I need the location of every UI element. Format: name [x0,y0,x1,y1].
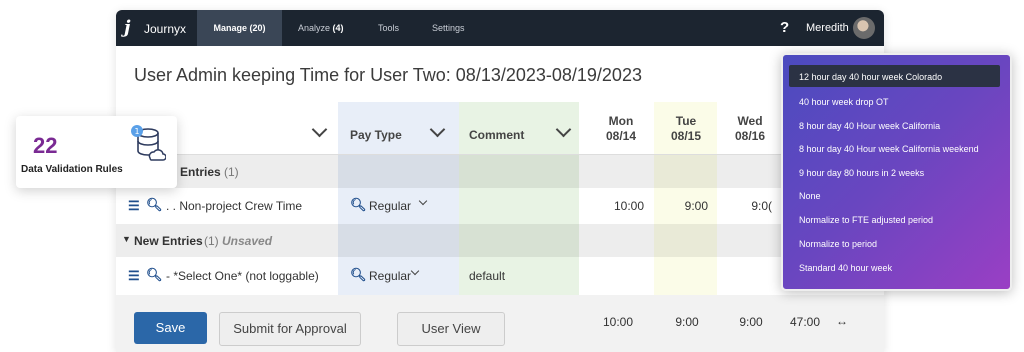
dropdown-option[interactable]: 8 hour day 40 Hour week California [799,121,940,131]
avatar[interactable] [853,17,875,39]
total-wed: 9:00 [739,315,763,329]
nav-manage[interactable]: Manage (20) [197,10,282,46]
pay-type-header[interactable]: Pay Type [350,128,402,142]
hours-wed[interactable]: 9:0( [730,199,772,213]
expand-arrow-icon[interactable]: ↔ [832,314,848,328]
table-row: ☰ 🔍︎ . . Non-project Crew Time 🔍︎ Regula… [116,188,884,224]
user-name[interactable]: Meredith [806,22,849,34]
table-row: ☰ 🔍︎ - *Select One* (not loggable) 🔍︎ Re… [116,257,884,295]
hours-tue[interactable]: 9:00 [666,199,708,213]
day-header-mon: Mon 08/14 [605,114,637,143]
list-icon[interactable]: ☰ [128,198,140,214]
chevron-down-icon[interactable] [429,121,446,138]
page-title: User Admin keeping Time for User Two: 08… [134,65,642,85]
section-label: New Entries [134,234,203,248]
unsaved-status: Unsaved [222,234,273,248]
project-name[interactable]: - *Select One* (not loggable) [166,269,319,283]
save-button[interactable]: Save [134,312,207,344]
total-mon: 10:00 [602,315,634,329]
pay-type-select[interactable]: Regular [369,269,411,283]
section-count: (1) [224,165,239,179]
grid-footer: Save Submit for Approval User View 10:00… [116,295,884,352]
search-icon[interactable]: 🔍︎ [350,267,367,283]
dropdown-option[interactable]: 40 hour week drop OT [799,97,889,107]
dropdown-option[interactable]: 9 hour day 80 hours in 2 weeks [799,168,924,178]
chevron-down-icon[interactable] [410,266,420,276]
chevron-down-icon[interactable] [418,196,428,206]
project-name[interactable]: . . Non-project Crew Time [166,199,302,213]
card-label: Data Validation Rules [21,164,123,175]
comment-field[interactable]: default [469,269,505,283]
user-view-button[interactable]: User View [397,312,505,346]
database-cloud-icon: 1 [131,125,166,161]
day-header-wed: Wed 08/16 [734,114,766,143]
day-header-tue: Tue 08/15 [670,114,702,143]
list-icon[interactable]: ☰ [128,268,140,284]
total-week: 47:00 [789,315,820,329]
hours-mon[interactable]: 10:00 [602,199,644,213]
dropdown-option[interactable]: Normalize to period [799,239,877,249]
top-navigation-bar: j Journyx Manage (20) Analyze (4) Tools … [116,10,884,46]
grid-header: Pay Type Comment Mon 08/14 Tue 08/15 Wed 08… [116,102,884,155]
search-icon[interactable]: 🔍︎ [146,197,163,213]
comment-header[interactable]: Comment [469,128,524,142]
pay-type-select[interactable]: Regular [369,199,411,213]
dropdown-option[interactable]: 8 hour day 40 Hour week California weeke… [799,144,979,154]
dropdown-option[interactable]: Normalize to FTE adjusted period [799,215,933,225]
total-tue: 9:00 [675,315,699,329]
overtime-rule-dropdown[interactable]: 12 hour day 40 hour week Colorado 40 hou… [781,53,1012,291]
search-icon[interactable]: 🔍︎ [146,267,163,283]
dropdown-option[interactable]: Standard 40 hour week [799,263,892,273]
svg-text:1: 1 [134,127,139,136]
brand-name: Journyx [144,22,187,36]
search-icon[interactable]: 🔍︎ [350,197,367,213]
chevron-down-icon[interactable] [311,121,328,138]
dropdown-option[interactable]: 12 hour day 40 hour week Colorado [799,72,942,82]
section-new-entries[interactable]: ▼ New Entries (1) Unsaved [116,224,884,257]
nav-settings[interactable]: Settings [432,10,465,46]
help-icon[interactable]: ? [780,19,789,36]
data-validation-card: 22 1 Data Validation Rules [16,116,177,188]
section-count: (1) [204,234,219,248]
section-entries[interactable]: Entries (1) [116,155,884,188]
chevron-down-icon[interactable] [555,121,572,138]
submit-for-approval-button[interactable]: Submit for Approval [219,312,361,346]
nav-analyze[interactable]: Analyze (4) [298,10,344,46]
nav-tools[interactable]: Tools [378,10,399,46]
section-label: Entries [180,165,221,179]
timesheet-app: j Journyx Manage (20) Analyze (4) Tools … [116,10,884,352]
journyx-logo-icon: j [124,17,131,38]
dropdown-option[interactable]: None [799,191,821,201]
caret-down-icon[interactable]: ▼ [122,234,131,244]
rule-count: 22 [33,133,58,158]
